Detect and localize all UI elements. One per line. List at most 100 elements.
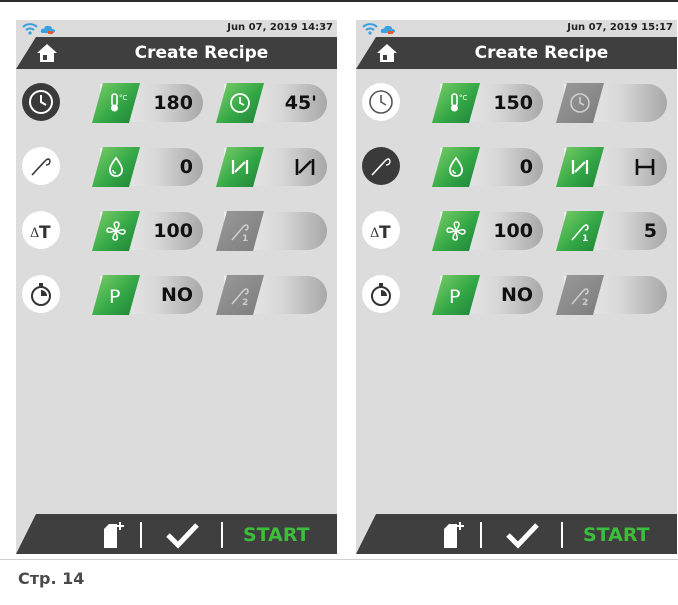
footer-separator — [561, 522, 563, 548]
top-rule — [0, 0, 678, 2]
delta-t-mode-button[interactable]: ΔT — [22, 211, 60, 249]
preheat-p-icon: P — [449, 286, 460, 307]
page-title: Create Recipe — [134, 43, 269, 63]
time-setting[interactable]: 45' — [216, 83, 327, 123]
screen-left: Jun 07, 2019 14:37 Create Recipe °C 180 … — [16, 20, 337, 554]
delta-t-icon: ΔT — [370, 223, 391, 243]
damper-icon — [231, 160, 249, 174]
svg-text:Δ: Δ — [30, 226, 39, 241]
svg-text:°C: °C — [119, 94, 128, 102]
status-date: Jun 07, 2019 14:37 — [227, 22, 333, 33]
footer-separator — [480, 522, 482, 548]
probe-mode-button[interactable] — [362, 147, 400, 185]
fan-value: 100 — [493, 220, 533, 242]
probe-2-icon: 2 — [571, 288, 589, 307]
clock-icon — [230, 93, 250, 113]
header-bar: Create Recipe — [16, 37, 337, 69]
probe-1-icon: 1 — [231, 224, 249, 243]
fan-setting[interactable]: 100 — [92, 211, 203, 251]
screen-right: Jun 07, 2019 15:17 Create Recipe °C 150 … — [356, 20, 677, 554]
probe2-setting[interactable]: 2 — [556, 275, 667, 315]
new-file-icon[interactable] — [440, 521, 466, 549]
temperature-value: 180 — [153, 92, 193, 114]
humidity-drop-icon — [108, 156, 124, 177]
probe-icon — [31, 158, 51, 176]
wifi-icon — [362, 23, 378, 35]
probe-1-icon: 1 — [571, 224, 589, 243]
svg-text:2: 2 — [242, 298, 248, 307]
temperature-value: 150 — [493, 92, 533, 114]
svg-text:P: P — [109, 286, 120, 307]
clock-icon — [570, 93, 590, 113]
probe1-setting[interactable]: 1 — [216, 211, 327, 251]
wifi-icon — [22, 23, 38, 35]
clock-icon — [29, 90, 53, 114]
fan-value: 100 — [153, 220, 193, 242]
svg-text:T: T — [379, 223, 391, 243]
svg-text:Δ: Δ — [370, 226, 379, 241]
page-caption: Стр. 14 — [18, 569, 85, 588]
footer-bar: START — [16, 514, 337, 554]
new-file-icon[interactable] — [100, 521, 126, 549]
damper-half-open-icon — [295, 159, 315, 175]
temperature-setting[interactable]: °C 180 — [92, 83, 203, 123]
header-bar: Create Recipe — [356, 37, 677, 69]
start-button[interactable]: START — [583, 524, 650, 546]
probe-mode-button[interactable] — [22, 147, 60, 185]
footer-separator — [221, 522, 223, 548]
page-title: Create Recipe — [474, 43, 609, 63]
home-icon[interactable] — [376, 42, 398, 64]
svg-text:T: T — [39, 223, 51, 243]
probe-2-icon: 2 — [231, 288, 249, 307]
footer-separator — [140, 522, 142, 548]
stopwatch-icon — [371, 283, 391, 306]
clock-icon — [369, 90, 393, 114]
time-setting[interactable] — [556, 83, 667, 123]
humidity-setting[interactable]: 0 — [432, 147, 543, 187]
thermometer-icon: °C — [451, 93, 468, 112]
delta-t-icon: ΔT — [30, 223, 51, 243]
svg-text:P: P — [449, 286, 460, 307]
svg-text:1: 1 — [242, 234, 248, 243]
humidity-drop-icon — [448, 156, 464, 177]
check-icon[interactable] — [164, 521, 200, 549]
damper-icon — [571, 160, 589, 174]
humidity-setting[interactable]: 0 — [92, 147, 203, 187]
cloud-icon — [40, 25, 55, 34]
humidity-value: 0 — [179, 156, 193, 178]
preheat-setting[interactable]: P NO — [432, 275, 543, 315]
damper-setting[interactable] — [556, 147, 667, 187]
probe2-setting[interactable]: 2 — [216, 275, 327, 315]
delay-mode-button[interactable] — [362, 275, 400, 313]
timer-mode-button[interactable] — [362, 83, 400, 121]
stopwatch-icon — [31, 283, 51, 306]
preheat-p-icon: P — [109, 286, 120, 307]
timer-mode-button[interactable] — [22, 83, 60, 121]
delta-t-mode-button[interactable]: ΔT — [362, 211, 400, 249]
temperature-setting[interactable]: °C 150 — [432, 83, 543, 123]
status-bar: Jun 07, 2019 15:17 — [356, 20, 677, 38]
thermometer-icon: °C — [111, 93, 128, 112]
fan-icon — [106, 221, 126, 241]
preheat-value: NO — [160, 284, 193, 306]
time-value: 45' — [284, 92, 317, 114]
check-icon[interactable] — [504, 521, 540, 549]
bottom-rule — [0, 559, 678, 560]
preheat-setting[interactable]: P NO — [92, 275, 203, 315]
preheat-value: NO — [500, 284, 533, 306]
probe-icon — [371, 158, 391, 176]
svg-text:2: 2 — [582, 298, 588, 307]
damper-open-icon — [635, 159, 655, 175]
probe1-setting[interactable]: 1 5 — [556, 211, 667, 251]
svg-text:1: 1 — [582, 234, 588, 243]
damper-setting[interactable] — [216, 147, 327, 187]
home-icon[interactable] — [36, 42, 58, 64]
cloud-icon — [380, 25, 395, 34]
fan-setting[interactable]: 100 — [432, 211, 543, 251]
status-bar: Jun 07, 2019 14:37 — [16, 20, 337, 38]
status-date: Jun 07, 2019 15:17 — [567, 22, 673, 33]
delay-mode-button[interactable] — [22, 275, 60, 313]
start-button[interactable]: START — [243, 524, 310, 546]
probe1-value: 5 — [643, 220, 657, 242]
footer-bar: START — [356, 514, 677, 554]
